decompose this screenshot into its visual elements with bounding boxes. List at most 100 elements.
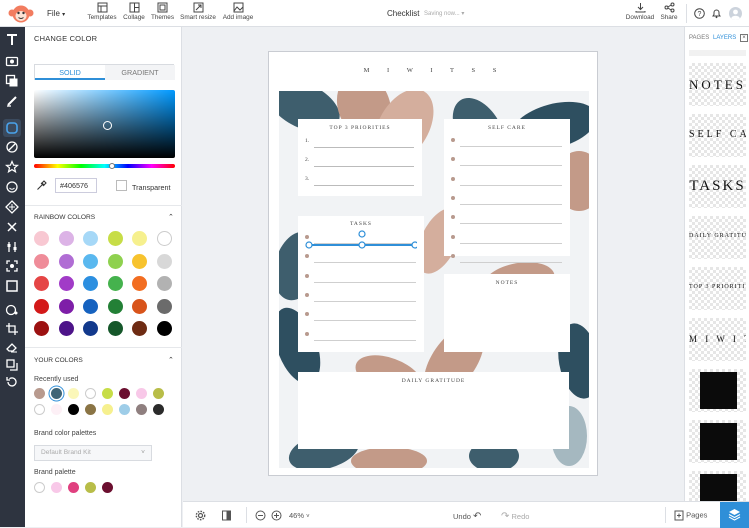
effects-tool-icon[interactable] — [5, 140, 19, 154]
rainbow-color-swatch[interactable] — [107, 276, 123, 291]
top-priorities-card[interactable]: TOP 3 PRIORITIES 1. 2. 3. — [298, 119, 422, 196]
rainbow-color-swatch[interactable] — [34, 253, 49, 269]
rainbow-color-swatch[interactable] — [156, 321, 172, 336]
rainbow-color-swatch[interactable] — [156, 253, 172, 269]
layer-thumb-shape[interactable] — [689, 420, 746, 463]
chevron-up-icon[interactable]: ⌃ — [168, 213, 174, 221]
hex-color-input[interactable]: #406576 — [55, 178, 97, 193]
recent-color-swatch[interactable] — [51, 404, 62, 415]
layer-thumb-text[interactable]: DAILY GRATITUDE — [689, 216, 746, 259]
notes-title[interactable]: NOTES — [444, 280, 570, 286]
pages-button[interactable]: Pages — [674, 510, 707, 521]
collage-button[interactable]: Collage — [121, 2, 147, 26]
rainbow-color-swatch[interactable] — [107, 298, 123, 314]
recent-color-swatch[interactable] — [34, 388, 45, 399]
history-tool-icon[interactable] — [5, 375, 19, 389]
user-avatar[interactable] — [729, 7, 742, 20]
layer-thumb-text[interactable]: NOTES — [689, 63, 746, 106]
rainbow-color-swatch[interactable] — [156, 231, 172, 246]
zoom-out-icon[interactable] — [255, 510, 266, 521]
design-page[interactable]: M I W I T S S TOP 3 PRIORITIES 1. 2. 3. … — [268, 51, 598, 476]
tab-gradient[interactable]: GRADIENT — [105, 65, 175, 80]
hue-slider-handle[interactable] — [109, 163, 115, 169]
rainbow-color-swatch[interactable] — [34, 321, 49, 336]
rainbow-color-swatch[interactable] — [156, 276, 172, 291]
settings-gear-icon[interactable] — [195, 510, 206, 521]
rainbow-color-swatch[interactable] — [83, 276, 98, 291]
rainbow-color-swatch[interactable] — [132, 253, 147, 269]
recent-color-swatch[interactable] — [153, 388, 164, 399]
daily-gratitude-title[interactable]: DAILY GRATITUDE — [298, 378, 569, 384]
layer-thumb-partial[interactable] — [689, 50, 746, 56]
cutout-tool-icon[interactable] — [5, 259, 19, 273]
rainbow-color-swatch[interactable] — [58, 253, 74, 269]
recent-color-swatch[interactable] — [153, 404, 164, 415]
recent-color-swatch[interactable] — [68, 388, 79, 399]
layer-thumb-shape[interactable] — [689, 369, 746, 412]
selected-line-element[interactable] — [305, 230, 417, 250]
favorites-star-icon[interactable] — [5, 160, 19, 174]
tasks-title[interactable]: TASKS — [298, 221, 424, 227]
self-care-title[interactable]: SELF CARE — [444, 125, 570, 131]
themes-button[interactable]: Themes — [149, 2, 176, 26]
rainbow-color-swatch[interactable] — [34, 231, 49, 246]
rainbow-color-swatch[interactable] — [83, 321, 98, 336]
templates-button[interactable]: Templates — [86, 2, 118, 26]
compare-icon[interactable] — [221, 510, 232, 521]
rainbow-color-swatch[interactable] — [34, 298, 49, 314]
document-title[interactable]: Checklist — [387, 9, 419, 18]
tab-layers[interactable]: LAYERS — [713, 35, 736, 41]
zoom-in-icon[interactable] — [271, 510, 282, 521]
recent-color-swatch[interactable] — [136, 388, 147, 399]
recent-color-swatch[interactable] — [102, 388, 113, 399]
recent-color-swatch[interactable] — [68, 404, 79, 415]
recent-color-swatch[interactable] — [119, 388, 130, 399]
rotate-tool-icon[interactable] — [5, 358, 19, 372]
recent-color-swatch[interactable] — [51, 388, 62, 399]
rainbow-color-swatch[interactable] — [156, 298, 172, 314]
layer-thumb-text[interactable]: TOP 3 PRIORITIES — [689, 267, 746, 310]
help-icon[interactable]: ? — [694, 8, 705, 19]
layers-toggle-button[interactable] — [720, 502, 749, 528]
rainbow-color-swatch[interactable] — [132, 276, 147, 291]
smart-resize-button[interactable]: Smart resize — [178, 2, 218, 26]
tools-cross-icon[interactable] — [5, 220, 19, 234]
text-tool-icon[interactable] — [5, 33, 19, 47]
chevron-down-icon[interactable]: ▾ — [461, 11, 464, 17]
brand-palette-swatch[interactable] — [34, 482, 45, 493]
rainbow-color-swatch[interactable] — [132, 321, 147, 336]
eraser-tool-icon[interactable] — [5, 340, 19, 354]
add-image-button[interactable]: Add image — [220, 2, 256, 26]
chevron-up-icon[interactable]: ⌃ — [168, 356, 174, 364]
layer-thumb-text[interactable]: M I W I T S S — [689, 318, 746, 361]
textures-tool-icon[interactable] — [5, 200, 19, 214]
crop-tool-icon[interactable] — [5, 322, 19, 336]
shape-tool-selected[interactable] — [3, 119, 21, 137]
rainbow-color-swatch[interactable] — [83, 253, 98, 269]
recent-color-swatch[interactable] — [136, 404, 147, 415]
file-menu[interactable]: File ▾ — [47, 9, 65, 18]
rainbow-color-swatch[interactable] — [83, 298, 98, 314]
rainbow-color-swatch[interactable] — [58, 231, 74, 246]
rainbow-color-swatch[interactable] — [132, 231, 147, 246]
color-picker-handle[interactable] — [103, 121, 112, 130]
rainbow-color-swatch[interactable] — [58, 276, 74, 291]
rainbow-color-swatch[interactable] — [58, 321, 74, 336]
touch-up-face-icon[interactable] — [5, 180, 19, 194]
rainbow-color-swatch[interactable] — [107, 253, 123, 269]
tab-pages[interactable]: PAGES — [689, 35, 709, 41]
top-priorities-title[interactable]: TOP 3 PRIORITIES — [298, 125, 422, 131]
hue-slider[interactable] — [34, 164, 175, 168]
zoom-level[interactable]: 46% ˅ — [289, 511, 310, 520]
rainbow-color-swatch[interactable] — [107, 321, 123, 336]
recent-color-swatch[interactable] — [85, 404, 96, 415]
rainbow-color-swatch[interactable] — [34, 276, 49, 291]
eyedropper-icon[interactable] — [36, 180, 47, 191]
overlay-tool-icon[interactable] — [5, 74, 19, 88]
rainbow-color-swatch[interactable] — [83, 231, 98, 246]
layer-thumb-shape[interactable] — [689, 471, 746, 501]
rainbow-color-swatch[interactable] — [132, 298, 147, 314]
adjust-tool-icon[interactable] — [5, 240, 19, 254]
share-button[interactable]: Share — [659, 2, 679, 21]
recent-color-swatch[interactable] — [119, 404, 130, 415]
